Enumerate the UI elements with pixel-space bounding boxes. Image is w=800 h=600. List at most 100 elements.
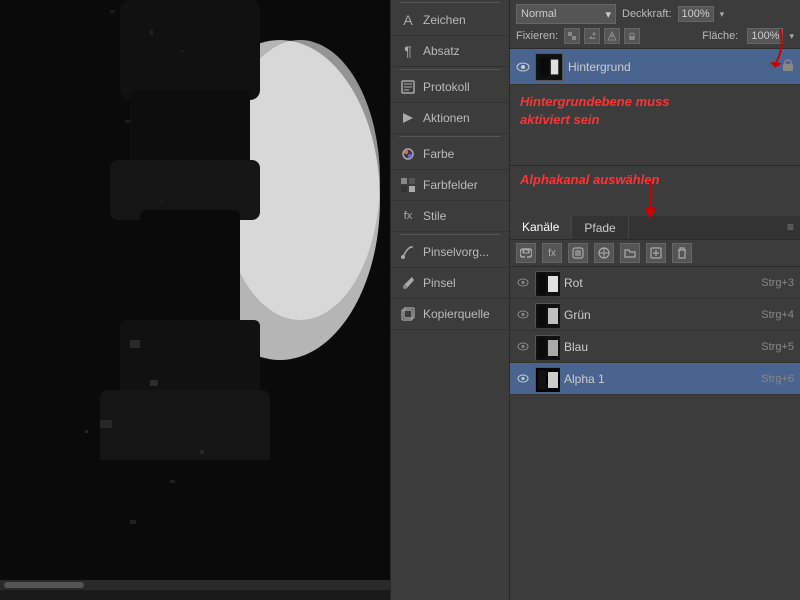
absatz-icon: ¶ [399,42,417,60]
channels-panel: Alphakanal auswählen Kanäle Pfade ≡ fx [510,165,800,600]
stile-icon: fx [399,207,417,225]
fill-arrow: ▾ [789,31,794,42]
opacity-arrow: ▾ [720,9,725,20]
layers-top-panel: Normal ▾ Deckkraft: 100% ▾ Fixieren: [510,0,800,49]
channel-new-btn[interactable] [646,243,666,263]
zeichen-icon: A [399,11,417,29]
channel-name-rot: Rot [564,276,756,290]
blend-row: Normal ▾ Deckkraft: 100% ▾ [516,4,794,24]
panel-item-kopierquelle[interactable]: Kopierquelle [391,299,509,330]
channel-name-grun: Grün [564,308,756,322]
panel-item-absatz[interactable]: ¶ Absatz [391,36,509,67]
protokoll-icon [399,78,417,96]
panel-label-farbfelder: Farbfelder [423,178,478,192]
annotation2-text: Alphakanal auswählen [520,172,790,187]
farbfelder-icon [399,176,417,194]
right-panel: Normal ▾ Deckkraft: 100% ▾ Fixieren: [510,0,800,600]
channel-shortcut-alpha1: Strg+6 [761,373,794,385]
channel-fx-btn[interactable]: fx [542,243,562,263]
opacity-value: 100% [678,6,714,22]
layer-item-hintergrund[interactable]: Hintergrund [510,49,800,85]
layer-lock-icon [782,58,794,75]
channel-shortcut-grun: Strg+4 [761,309,794,321]
fill-value: 100% [747,28,783,44]
channel-shortcut-blau: Strg+5 [761,341,794,353]
panel-divider-2 [399,69,501,70]
lock-position-btn[interactable] [604,28,620,44]
panel-divider-3 [399,136,501,137]
channel-eye-rot[interactable] [516,276,530,290]
channel-eye-grun[interactable] [516,308,530,322]
channels-list: Rot Strg+3 Grün Strg+4 [510,267,800,600]
channel-item-grun[interactable]: Grün Strg+4 [510,299,800,331]
panel-label-zeichen: Zeichen [423,13,466,27]
channels-tabs: Kanäle Pfade ≡ [510,216,800,240]
panel-label-pinsel: Pinsel [423,276,456,290]
canvas-area [0,0,390,600]
canvas-image [0,0,390,580]
panels-sidebar: A Zeichen ¶ Absatz Protokoll Aktionen Fa… [390,0,510,600]
blend-mode-value: Normal [521,8,556,20]
lock-icons [564,28,640,44]
channel-thumbnail-rot [535,271,559,295]
channel-item-alpha1[interactable]: Alpha 1 Strg+6 [510,363,800,395]
pinselvorg-icon [399,243,417,261]
panel-item-pinsel[interactable]: Pinsel [391,268,509,299]
panel-item-stile[interactable]: fx Stile [391,201,509,232]
channel-eye-blau[interactable] [516,340,530,354]
annotation1-text: Hintergrundebene muss aktiviert sein [510,85,800,137]
channel-thumbnail-grun [535,303,559,327]
pinsel-icon [399,274,417,292]
farbe-icon [399,145,417,163]
channels-panel-menu[interactable]: ≡ [781,216,800,239]
channel-item-blau[interactable]: Blau Strg+5 [510,331,800,363]
panel-item-pinselvorg[interactable]: Pinselvorg... [391,237,509,268]
annotation2-container: Alphakanal auswählen [510,166,800,216]
channel-thumbnail-alpha1 [535,367,559,391]
channel-name-alpha1: Alpha 1 [564,372,756,386]
fill-label: Fläche: [702,30,738,42]
lock-label: Fixieren: [516,30,558,42]
scrollbar-thumb[interactable] [4,582,84,588]
panel-item-farbe[interactable]: Farbe [391,139,509,170]
channel-folder-btn[interactable] [620,243,640,263]
panel-item-protokoll[interactable]: Protokoll [391,72,509,103]
kopierquelle-icon [399,305,417,323]
panel-item-farbfelder[interactable]: Farbfelder [391,170,509,201]
lock-row: Fixieren: Fläche: 100% ▾ [516,28,794,44]
panel-divider [399,2,501,3]
channel-delete-btn[interactable] [672,243,692,263]
tab-pfade[interactable]: Pfade [572,216,628,239]
channel-mask-btn[interactable] [568,243,588,263]
layer-thumbnail [535,53,563,81]
channel-eye-alpha1[interactable] [516,372,530,386]
panel-label-pinselvorg: Pinselvorg... [423,245,489,259]
aktionen-icon [399,109,417,127]
panel-item-aktionen[interactable]: Aktionen [391,103,509,134]
lock-all-btn[interactable] [624,28,640,44]
channels-toolbar: fx [510,240,800,267]
tab-kanale[interactable]: Kanäle [510,216,572,239]
opacity-label: Deckkraft: [622,8,672,20]
channel-item-rot[interactable]: Rot Strg+3 [510,267,800,299]
lock-transparent-btn[interactable] [564,28,580,44]
panel-label-absatz: Absatz [423,44,460,58]
blend-mode-select[interactable]: Normal ▾ [516,4,616,24]
channel-circle-btn[interactable] [594,243,614,263]
lock-image-btn[interactable] [584,28,600,44]
panel-label-farbe: Farbe [423,147,454,161]
panel-item-zeichen[interactable]: A Zeichen [391,5,509,36]
annotation1-container: Hintergrundebene muss aktiviert sein [510,85,800,165]
panel-label-aktionen: Aktionen [423,111,470,125]
channel-name-blau: Blau [564,340,756,354]
panel-label-kopierquelle: Kopierquelle [423,307,490,321]
channel-link-btn[interactable] [516,243,536,263]
channel-thumbnail-blau [535,335,559,359]
layer-visibility-eye[interactable] [516,60,530,74]
panel-label-stile: Stile [423,209,446,223]
blend-mode-arrow: ▾ [605,8,611,21]
panel-divider-4 [399,234,501,235]
canvas-horizontal-scrollbar[interactable] [0,580,390,590]
layer-name-hintergrund: Hintergrund [568,60,777,74]
panel-label-protokoll: Protokoll [423,80,470,94]
